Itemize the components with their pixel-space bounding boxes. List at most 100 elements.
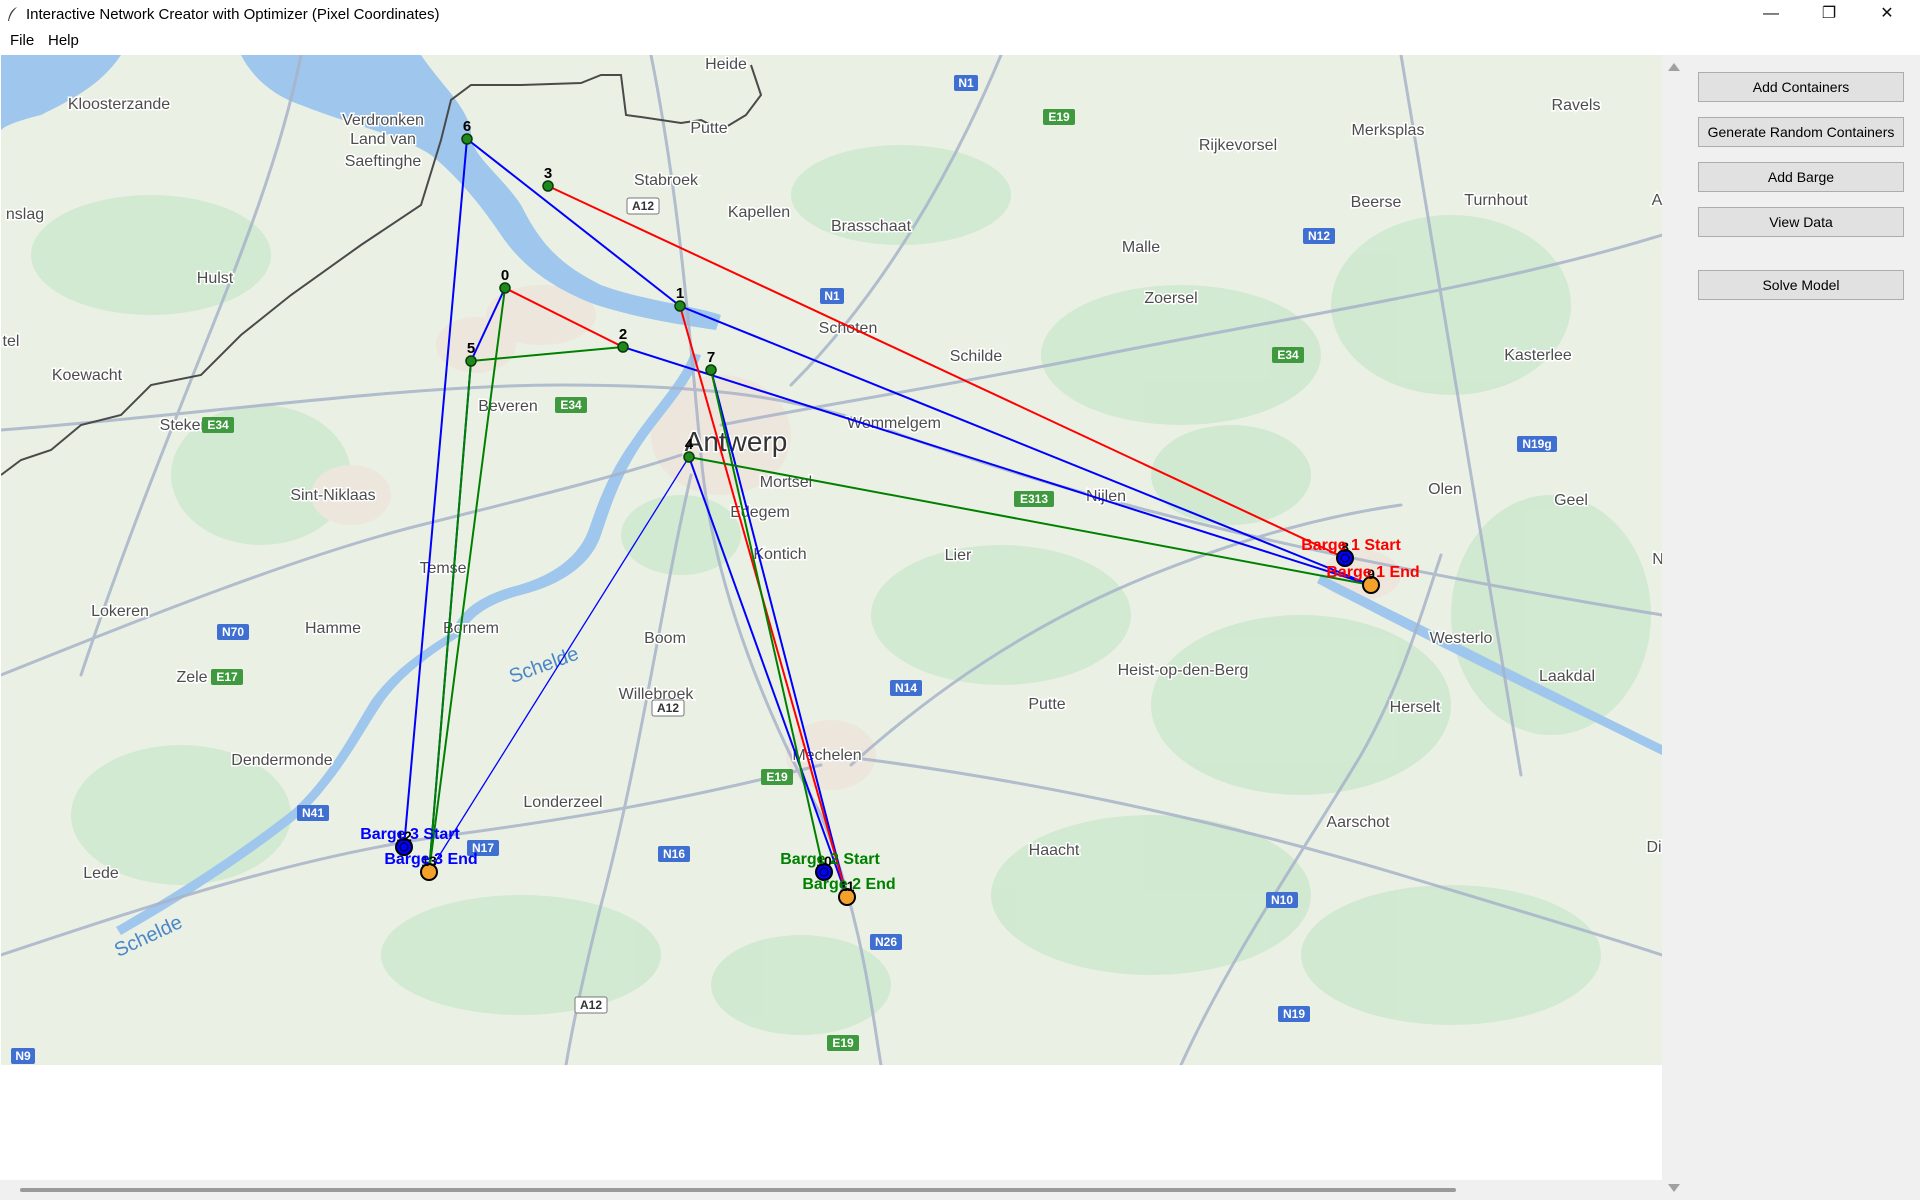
place-label: Schoten [819, 320, 878, 337]
solve-model-button[interactable]: Solve Model [1698, 270, 1904, 300]
place-label: Hulst [197, 270, 234, 287]
place-label: Saeftinghe [345, 153, 422, 170]
road-badge-label: E17 [216, 670, 238, 684]
place-label: Stabroek [634, 172, 699, 189]
node-marker[interactable] [542, 180, 554, 192]
scroll-up-arrow-icon[interactable] [1668, 63, 1680, 71]
generate-random-containers-button[interactable]: Generate Random Containers [1698, 117, 1904, 147]
place-label: Koewacht [52, 367, 123, 384]
scroll-down-arrow-icon[interactable] [1668, 1184, 1680, 1192]
place-label: Heide [705, 56, 747, 73]
road-badge-label: N26 [875, 935, 897, 949]
vertical-scrollbar[interactable] [1662, 55, 1688, 1200]
road-badge-label: E19 [1048, 110, 1070, 124]
place-label: Rijkevorsel [1199, 137, 1277, 154]
menu-file[interactable]: File [10, 32, 34, 49]
node-label: 6 [463, 118, 471, 135]
place-label: Olen [1428, 481, 1462, 498]
place-label: Mechelen [792, 747, 861, 764]
node-marker[interactable] [617, 341, 629, 353]
control-panel: Add Containers Generate Random Container… [1688, 55, 1920, 1200]
place-label: Kloosterzande [68, 96, 170, 113]
barge-end-label: Barge 1 End [1326, 564, 1419, 581]
node-marker[interactable] [705, 364, 717, 376]
place-label: Zoersel [1144, 290, 1197, 307]
road-badge-label: A12 [657, 701, 679, 715]
place-label: Aarschot [1326, 814, 1390, 831]
place-label: Beveren [478, 398, 538, 415]
node-label: 1 [676, 285, 684, 302]
close-button[interactable]: ✕ [1858, 0, 1916, 28]
place-label: Haacht [1029, 842, 1080, 859]
title-bar: Interactive Network Creator with Optimiz… [0, 0, 1920, 29]
node-marker[interactable] [674, 300, 686, 312]
place-label: Turnhout [1464, 192, 1528, 209]
place-label: Heist-op-den-Berg [1118, 662, 1249, 679]
add-containers-button[interactable]: Add Containers [1698, 72, 1904, 102]
barge-start-label: Barge 1 Start [1301, 537, 1401, 554]
place-label: Kasterlee [1504, 347, 1572, 364]
horizontal-scroll-thumb[interactable] [20, 1188, 1456, 1192]
place-label: Malle [1122, 239, 1160, 256]
place-label: Putte [1028, 696, 1065, 713]
place-label: Westerlo [1430, 630, 1493, 647]
map-canvas[interactable]: Kloosterzande Verdronken Land van Saeftingh… [1, 55, 1662, 1065]
place-label: Lede [83, 865, 119, 882]
place-label: Mortsel [760, 474, 812, 491]
place-label: nslag [6, 206, 44, 223]
road-badge-label: N9 [15, 1049, 31, 1063]
place-label: Kontich [753, 546, 806, 563]
canvas-empty-area[interactable] [1, 1065, 1662, 1180]
place-label: Di [1646, 839, 1661, 856]
place-label: Herselt [1390, 699, 1441, 716]
maximize-button[interactable]: ❐ [1800, 0, 1858, 28]
city-label-antwerp: Antwerp [685, 426, 788, 457]
menu-help[interactable]: Help [48, 32, 79, 49]
road-badge-label: E34 [207, 418, 229, 432]
place-label: Dendermonde [231, 752, 333, 769]
road-badge-label: N16 [663, 847, 685, 861]
node-label: 4 [685, 436, 694, 453]
place-label: Bornem [443, 620, 499, 637]
barge-end-label: Barge 2 End [802, 876, 895, 893]
road-badge-label: N12 [1308, 229, 1330, 243]
node-marker[interactable] [465, 355, 477, 367]
node-label: 3 [544, 165, 552, 182]
place-label: Lokeren [91, 603, 149, 620]
network-map[interactable]: Kloosterzande Verdronken Land van Saeftingh… [1, 55, 1662, 1065]
road-badge-label: N41 [302, 806, 324, 820]
barge-end-label: Barge 3 End [384, 851, 477, 868]
road-badge-label: A12 [632, 199, 654, 213]
road-badge-label: N10 [1271, 893, 1293, 907]
place-label: Merksplas [1352, 122, 1425, 139]
menu-bar: File Help [0, 28, 1920, 54]
node-label: 5 [467, 340, 475, 357]
road-badge-label: N19g [1522, 437, 1551, 451]
place-label: Kapellen [728, 204, 790, 221]
place-label: Sint-Niklaas [290, 487, 375, 504]
road-badge-label: N1 [824, 289, 840, 303]
place-label: Geel [1554, 492, 1588, 509]
place-label: Boom [644, 630, 686, 647]
feather-icon [8, 7, 17, 21]
place-label: Zele [176, 669, 207, 686]
node-label: 0 [501, 267, 509, 284]
place-label: Temse [419, 560, 466, 577]
place-label: Schilde [950, 348, 1003, 365]
horizontal-scrollbar[interactable] [0, 1180, 1662, 1200]
add-barge-button[interactable]: Add Barge [1698, 162, 1904, 192]
place-label: Londerzeel [523, 794, 602, 811]
node-marker[interactable] [499, 282, 511, 294]
place-label: Lier [945, 547, 972, 564]
view-data-button[interactable]: View Data [1698, 207, 1904, 237]
place-label: Ravels [1552, 97, 1601, 114]
place-label: Brasschaat [831, 218, 912, 235]
node-marker[interactable] [461, 133, 473, 145]
road-badge-label: N14 [895, 681, 917, 695]
road-badge-label: E34 [560, 398, 582, 412]
road-badge-label: N19 [1283, 1007, 1305, 1021]
road-badge-label: N70 [222, 625, 244, 639]
minimize-button[interactable]: — [1742, 0, 1800, 28]
node-marker[interactable] [683, 451, 695, 463]
place-label: Putte [690, 120, 727, 137]
